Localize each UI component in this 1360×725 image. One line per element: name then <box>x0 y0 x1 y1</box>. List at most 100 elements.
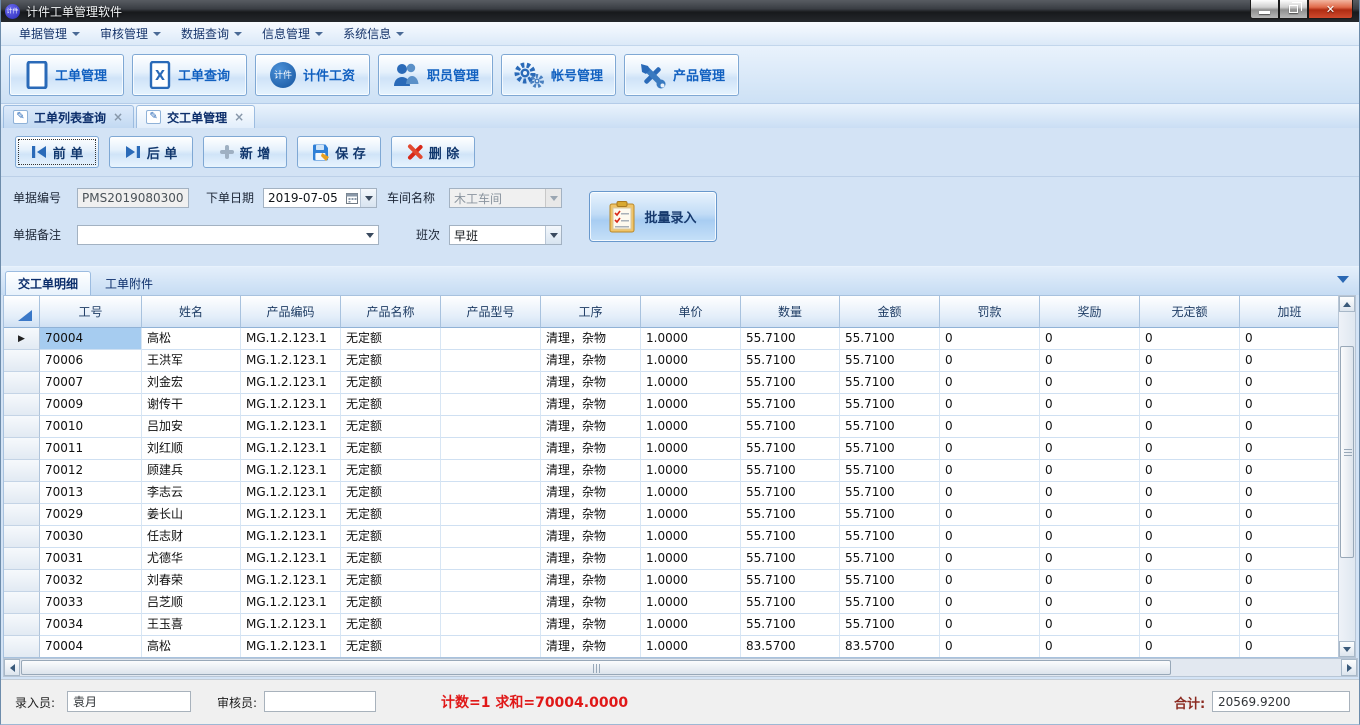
tab-work-order-attachment[interactable]: 工单附件 <box>92 271 166 295</box>
grid-cell[interactable]: MG.1.2.123.1 <box>241 548 341 570</box>
grid-cell[interactable] <box>441 614 541 636</box>
grid-cell[interactable]: 70031 <box>40 548 142 570</box>
grid-cell[interactable]: 55.7100 <box>741 592 840 614</box>
row-selector[interactable] <box>4 614 40 636</box>
restore-button[interactable] <box>1279 0 1308 19</box>
grid-cell[interactable] <box>441 350 541 372</box>
grid-cell[interactable]: 55.7100 <box>840 350 940 372</box>
product-management-button[interactable]: 产品管理 <box>624 54 739 96</box>
grid-cell[interactable]: 70006 <box>40 350 142 372</box>
grid-cell[interactable]: 0 <box>1240 548 1340 570</box>
row-selector[interactable] <box>4 570 40 592</box>
grid-cell[interactable]: 刘红顺 <box>142 438 241 460</box>
grid-cell[interactable] <box>441 372 541 394</box>
chevron-down-icon[interactable] <box>360 189 376 207</box>
grid-cell[interactable]: 0 <box>1140 482 1240 504</box>
chevron-down-icon[interactable] <box>362 226 378 244</box>
grid-cell[interactable]: 1.0000 <box>641 350 741 372</box>
table-row[interactable]: 70031尤德华MG.1.2.123.1无定额清理，杂物1.000055.710… <box>4 548 1340 570</box>
column-header[interactable]: 数量 <box>741 296 840 328</box>
grid-cell[interactable]: 0 <box>940 636 1040 657</box>
grid-cell[interactable]: 顾建兵 <box>142 460 241 482</box>
row-selector[interactable] <box>4 416 40 438</box>
grid-cell[interactable]: 李志云 <box>142 482 241 504</box>
grid-cell[interactable]: 55.7100 <box>741 350 840 372</box>
grid-cell[interactable]: 70029 <box>40 504 142 526</box>
column-header[interactable]: 工号 <box>40 296 142 328</box>
grid-cell[interactable]: 55.7100 <box>741 548 840 570</box>
grid-cell[interactable]: 清理，杂物 <box>541 526 641 548</box>
grid-cell[interactable]: 任志财 <box>142 526 241 548</box>
grid-cell[interactable]: MG.1.2.123.1 <box>241 328 341 350</box>
grid-cell[interactable] <box>441 460 541 482</box>
table-row[interactable]: 70010吕加安MG.1.2.123.1无定额清理，杂物1.000055.710… <box>4 416 1340 438</box>
grid-cell[interactable]: 0 <box>1240 614 1340 636</box>
grid-cell[interactable]: 0 <box>1040 504 1140 526</box>
table-row[interactable]: 70007刘金宏MG.1.2.123.1无定额清理，杂物1.000055.710… <box>4 372 1340 394</box>
shift-select[interactable]: 早班 <box>449 225 562 245</box>
grid-cell[interactable]: 1.0000 <box>641 570 741 592</box>
grid-cell[interactable]: 无定额 <box>341 592 441 614</box>
grid-cell[interactable]: MG.1.2.123.1 <box>241 438 341 460</box>
grid-cell[interactable]: 无定额 <box>341 482 441 504</box>
grid-cell[interactable]: 1.0000 <box>641 328 741 350</box>
grid-cell[interactable]: 0 <box>1140 614 1240 636</box>
save-button[interactable]: 保 存 <box>297 136 381 168</box>
batch-entry-button[interactable]: 批量录入 <box>589 191 717 242</box>
grid-cell[interactable]: 无定额 <box>341 636 441 657</box>
entry-clerk-field[interactable] <box>67 691 191 712</box>
grid-cell[interactable]: 70004 <box>40 636 142 657</box>
grid-cell[interactable]: 0 <box>1240 636 1340 657</box>
close-button[interactable]: ✕ <box>1308 0 1353 19</box>
grid-cell[interactable]: 刘金宏 <box>142 372 241 394</box>
grid-cell[interactable] <box>441 526 541 548</box>
column-header[interactable]: 产品型号 <box>441 296 541 328</box>
grid-cell[interactable]: 0 <box>1040 482 1140 504</box>
grid-cell[interactable]: 55.7100 <box>840 460 940 482</box>
grid-cell[interactable]: 70030 <box>40 526 142 548</box>
grid-cell[interactable]: 55.7100 <box>840 592 940 614</box>
grid-cell[interactable]: 0 <box>940 350 1040 372</box>
title-bar[interactable]: 计件 计件工单管理软件 ✕ <box>1 0 1359 22</box>
staff-management-button[interactable]: 职员管理 <box>378 54 493 96</box>
grid-cell[interactable]: 0 <box>1140 394 1240 416</box>
minimize-button[interactable] <box>1250 0 1279 19</box>
grid-cell[interactable]: 83.5700 <box>840 636 940 657</box>
table-row[interactable]: 70032刘春荣MG.1.2.123.1无定额清理，杂物1.000055.710… <box>4 570 1340 592</box>
grid-cell[interactable]: 清理，杂物 <box>541 482 641 504</box>
grid-cell[interactable]: 55.7100 <box>741 526 840 548</box>
table-row[interactable]: 70029姜长山MG.1.2.123.1无定额清理，杂物1.000055.710… <box>4 504 1340 526</box>
grid-cell[interactable]: MG.1.2.123.1 <box>241 636 341 657</box>
remark-select[interactable] <box>77 225 379 245</box>
grid-cell[interactable]: 55.7100 <box>840 570 940 592</box>
grid-cell[interactable]: 无定额 <box>341 460 441 482</box>
scroll-right-button[interactable] <box>1341 659 1357 676</box>
grid-cell[interactable]: 王玉喜 <box>142 614 241 636</box>
grid-cell[interactable]: 55.7100 <box>840 438 940 460</box>
table-row[interactable]: 70034王玉喜MG.1.2.123.1无定额清理，杂物1.000055.710… <box>4 614 1340 636</box>
grid-cell[interactable]: 55.7100 <box>741 460 840 482</box>
grid-cell[interactable]: 55.7100 <box>741 570 840 592</box>
table-row[interactable]: 70004高松MG.1.2.123.1无定额清理，杂物1.000083.5700… <box>4 636 1340 657</box>
grid-cell[interactable]: 0 <box>1040 570 1140 592</box>
add-new-button[interactable]: 新 增 <box>203 136 287 168</box>
tab-delivery-order-management[interactable]: ✎ 交工单管理 × <box>136 105 255 128</box>
grid-cell[interactable]: 清理，杂物 <box>541 614 641 636</box>
grid-cell[interactable]: 0 <box>1140 416 1240 438</box>
grid-cell[interactable]: 55.7100 <box>840 482 940 504</box>
grid-cell[interactable]: 清理，杂物 <box>541 416 641 438</box>
grid-cell[interactable]: 谢传干 <box>142 394 241 416</box>
vertical-scrollbar[interactable] <box>1338 295 1356 658</box>
grid-cell[interactable]: 70009 <box>40 394 142 416</box>
grid-cell[interactable]: 0 <box>1240 394 1340 416</box>
grid-cell[interactable]: 0 <box>940 416 1040 438</box>
chevron-down-icon[interactable] <box>545 226 561 244</box>
grid-cell[interactable]: 1.0000 <box>641 526 741 548</box>
account-management-button[interactable]: 帐号管理 <box>501 54 616 96</box>
grid-cell[interactable]: 1.0000 <box>641 614 741 636</box>
grid-cell[interactable]: 55.7100 <box>741 394 840 416</box>
grid-cell[interactable]: 70004 <box>40 328 142 350</box>
grid-cell[interactable]: 0 <box>940 614 1040 636</box>
column-header[interactable]: 罚款 <box>940 296 1040 328</box>
order-date-picker[interactable]: 2019-07-05 <box>263 188 377 208</box>
